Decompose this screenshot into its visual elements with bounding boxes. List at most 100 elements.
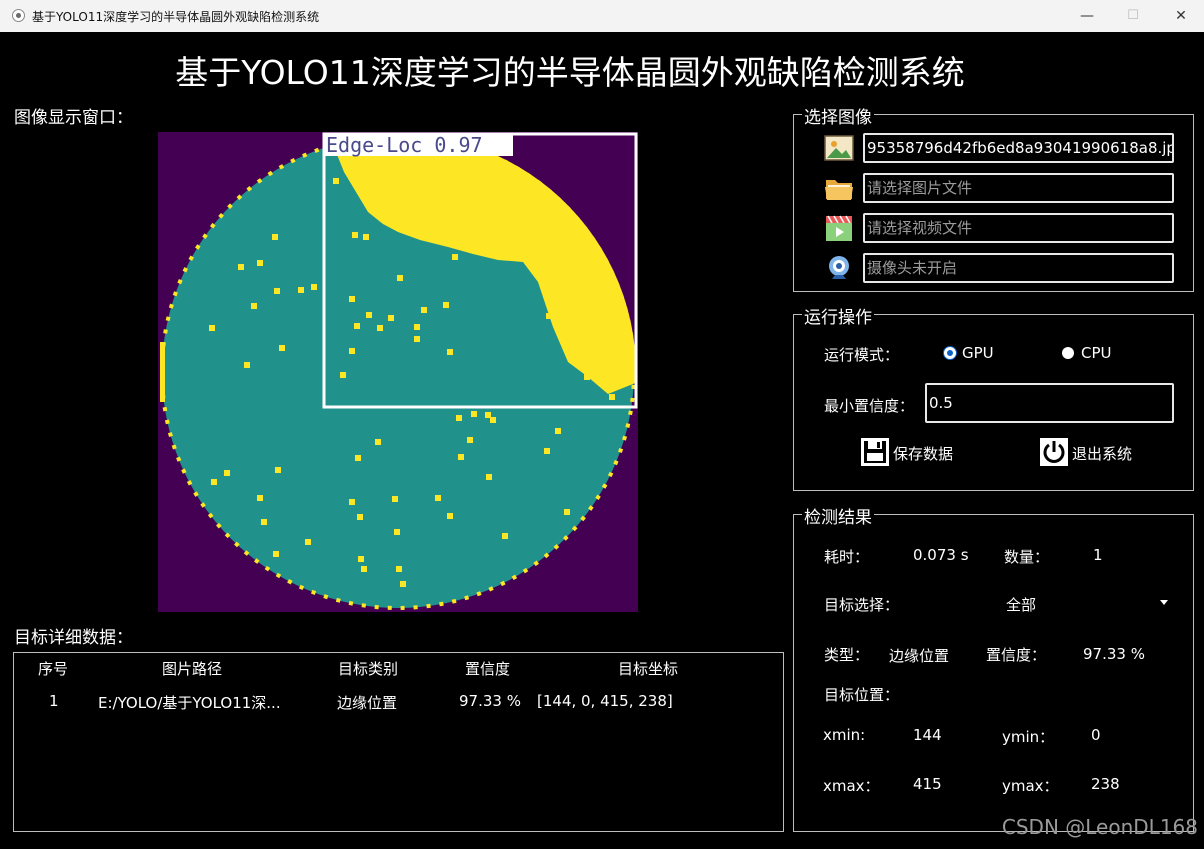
results-table[interactable]: 序号 图片路径 目标类别 置信度 目标坐标 1 E:/YOLO/基于YOLO11… (13, 652, 784, 832)
defect-dot (211, 479, 217, 485)
defect-dot (396, 566, 402, 572)
wafer-image: Edge-Loc 0.97 (158, 132, 638, 612)
defect-dot (471, 411, 477, 417)
video-file-input[interactable]: 请选择视频文件 (863, 213, 1174, 243)
defect-dot (354, 323, 360, 329)
select-image-title: 选择图像 (802, 103, 874, 128)
type-value: 边缘位置 (889, 647, 950, 665)
defect-dot (467, 437, 473, 443)
save-data-button[interactable]: 保存数据 (893, 443, 953, 464)
defect-dot (361, 566, 367, 572)
defect-dot (349, 296, 355, 302)
defect-dot (544, 448, 550, 454)
defect-dot (447, 513, 453, 519)
defect-dot (274, 288, 280, 294)
defect-dot (392, 496, 398, 502)
table-header-confidence[interactable]: 置信度 (465, 658, 510, 679)
defect-dot (333, 178, 339, 184)
gpu-radio[interactable] (944, 347, 956, 359)
defect-dot (349, 348, 355, 354)
defect-dot (452, 254, 458, 260)
defect-dot (421, 307, 427, 313)
camera-status-field[interactable]: 摄像头未开启 (863, 253, 1174, 283)
table-header-path[interactable]: 图片路径 (162, 658, 222, 679)
cpu-radio-label[interactable]: CPU (1081, 344, 1112, 362)
target-select-value[interactable]: 全部 (1006, 594, 1036, 615)
window-titlebar: 基于YOLO11深度学习的半导体晶圆外观缺陷检测系统 — ☐ ✕ (0, 0, 1204, 32)
image-icon[interactable] (824, 133, 854, 163)
target-select-dropdown[interactable]: 全部 (944, 585, 1174, 619)
defect-dot (527, 194, 533, 200)
folder-icon[interactable] (824, 173, 854, 203)
min-confidence-label: 最小置信度： (824, 397, 915, 415)
defect-dot (584, 374, 590, 380)
defect-dot (397, 275, 403, 281)
confidence-label: 置信度： (986, 646, 1047, 664)
defect-dot (305, 539, 311, 545)
defect-dot (261, 519, 267, 525)
defect-dot (504, 190, 510, 196)
image-file-input[interactable]: 请选择图片文件 (863, 173, 1174, 203)
cpu-radio[interactable] (1062, 347, 1074, 359)
defect-dot (456, 415, 462, 421)
close-button[interactable]: ✕ (1158, 0, 1204, 32)
defect-dot (366, 312, 372, 318)
defect-dot (273, 551, 279, 557)
minimize-button[interactable]: — (1064, 0, 1110, 32)
defect-dot (350, 163, 356, 169)
table-cell-path: E:/YOLO/基于YOLO11深... (98, 694, 281, 712)
table-header-class[interactable]: 目标类别 (338, 658, 398, 679)
defect-dot (311, 284, 317, 290)
defect-dot (279, 345, 285, 351)
save-icon[interactable] (860, 437, 890, 467)
defect-dot (502, 533, 508, 539)
target-select-label: 目标选择： (824, 596, 900, 614)
exit-system-button[interactable]: 退出系统 (1072, 443, 1132, 464)
maximize-button[interactable]: ☐ (1110, 0, 1156, 32)
detection-results-title: 检测结果 (802, 503, 874, 528)
defect-dot (550, 246, 556, 252)
xmin-value: 144 (913, 726, 942, 744)
ymax-value: 238 (1091, 775, 1120, 793)
video-icon[interactable] (824, 213, 854, 243)
table-header-coords[interactable]: 目标坐标 (618, 658, 678, 679)
target-detail-label: 目标详细数据： (14, 628, 133, 648)
xmin-label: xmin: (823, 726, 866, 744)
image-display-label: 图像显示窗口： (14, 108, 133, 128)
defect-dot (377, 325, 383, 331)
table-header-index[interactable]: 序号 (38, 658, 68, 679)
ymax-label: ymax： (1002, 777, 1059, 795)
defect-dot (609, 394, 615, 400)
defect-dot (275, 467, 281, 473)
detection-results-panel: 检测结果 耗时： 0.073 s 数量： 1 目标选择： 全部 类型： 边缘位置… (793, 503, 1194, 832)
gpu-radio-label[interactable]: GPU (962, 344, 994, 362)
defect-dot (454, 204, 460, 210)
defect-dot (400, 581, 406, 587)
power-icon[interactable] (1039, 437, 1069, 467)
min-confidence-input[interactable]: 0.5 (925, 383, 1174, 423)
defect-dot (485, 412, 491, 418)
count-label: 数量： (1004, 548, 1050, 566)
defect-dot (599, 288, 605, 294)
ymin-label: ymin： (1002, 728, 1055, 746)
defect-dot (251, 303, 257, 309)
time-label: 耗时： (824, 548, 870, 566)
target-position-label: 目标位置： (824, 686, 900, 704)
image-path-field[interactable]: 95358796d42fb6ed8a93041990618a8.jpg (863, 133, 1174, 163)
defect-dot (375, 439, 381, 445)
app-icon (12, 9, 25, 22)
chevron-down-icon[interactable] (1160, 600, 1168, 605)
time-value: 0.073 s (913, 546, 969, 564)
defect-dot (414, 324, 420, 330)
defect-dot (358, 556, 364, 562)
run-mode-label: 运行模式： (824, 346, 900, 364)
defect-dot (555, 428, 561, 434)
defect-dot (298, 287, 304, 293)
defect-dot (352, 232, 358, 238)
xmax-value: 415 (913, 775, 942, 793)
camera-icon[interactable] (824, 253, 854, 283)
table-cell-class: 边缘位置 (337, 694, 398, 712)
defect-dot (257, 495, 263, 501)
defect-dot (244, 362, 250, 368)
left-edge-defect (160, 342, 165, 402)
